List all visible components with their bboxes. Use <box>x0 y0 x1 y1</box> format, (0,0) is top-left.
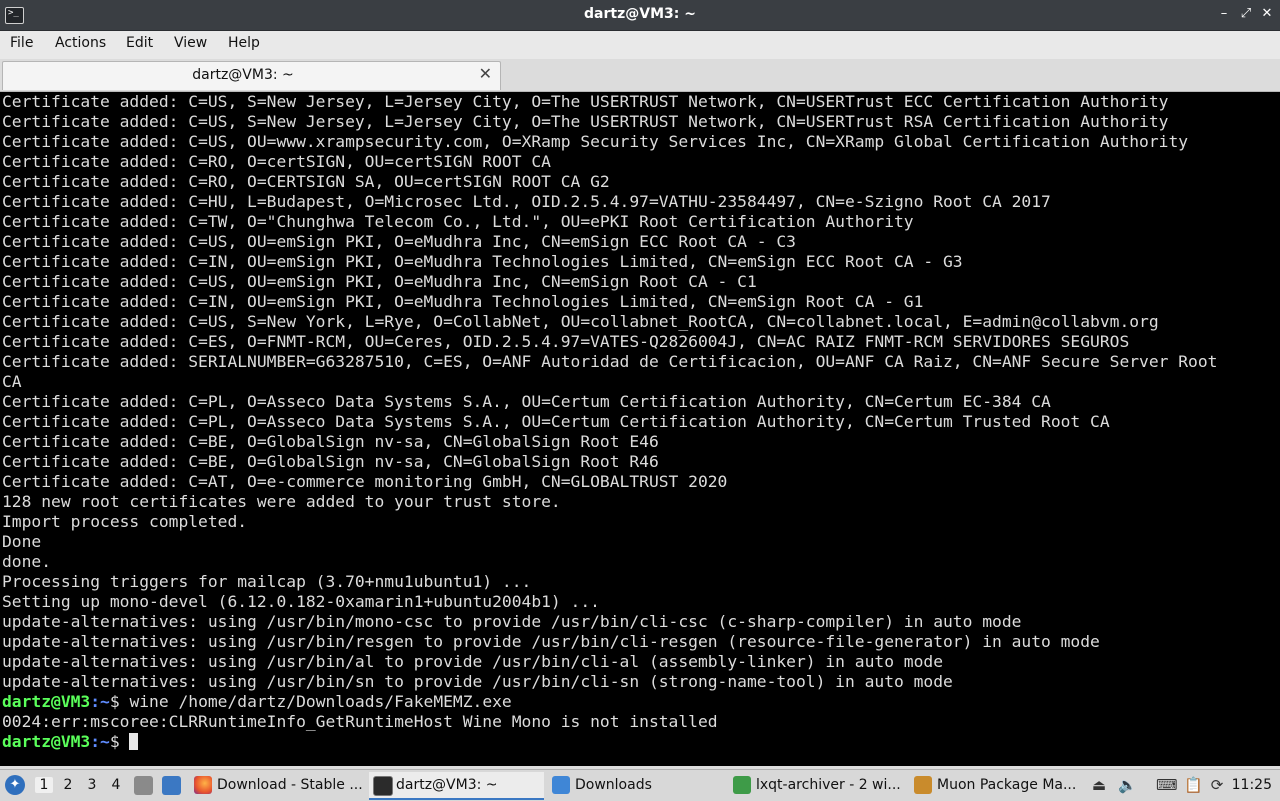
terminal-line: Certificate added: C=HU, L=Budapest, O=M… <box>2 192 1051 211</box>
prompt-user: dartz@VM3 <box>2 732 91 751</box>
task-firefox[interactable]: Download - Stable ... <box>190 772 365 798</box>
command-text: wine /home/dartz/Downloads/FakeMEMZ.exe <box>129 692 512 711</box>
terminal-line: Certificate added: C=US, S=New Jersey, L… <box>2 92 1169 111</box>
terminal-line: CA <box>2 372 22 391</box>
tab-close-icon[interactable]: ✕ <box>479 64 492 83</box>
task-label: lxqt-archiver - 2 wi... <box>756 777 901 793</box>
keyboard-icon[interactable]: ⌨ <box>1156 776 1178 794</box>
menu-view[interactable]: View <box>173 35 208 51</box>
folder-icon <box>552 776 570 794</box>
eject-icon[interactable]: ⏏ <box>1090 776 1108 794</box>
terminal-line: Certificate added: SERIALNUMBER=G6328751… <box>2 352 1218 371</box>
terminal-line: update-alternatives: using /usr/bin/sn t… <box>2 672 953 691</box>
desktop-2-button[interactable]: 2 <box>59 777 77 793</box>
file-manager-icon[interactable] <box>134 776 153 795</box>
tab-terminal[interactable]: dartz@VM3: ~ ✕ <box>2 61 501 90</box>
prompt-user: dartz@VM3 <box>2 692 91 711</box>
terminal-line: Certificate added: C=PL, O=Asseco Data S… <box>2 412 1110 431</box>
terminal-line: Certificate added: C=US, S=New York, L=R… <box>2 312 1159 331</box>
task-terminal[interactable]: dartz@VM3: ~ <box>369 772 544 800</box>
terminal-line: Certificate added: C=BE, O=GlobalSign nv… <box>2 432 659 451</box>
terminal-line: Certificate added: C=TW, O="Chunghwa Tel… <box>2 212 914 231</box>
task-muon[interactable]: Muon Package Ma... <box>910 772 1085 798</box>
terminal-icon <box>373 776 393 796</box>
prompt-path: :~ <box>90 692 110 711</box>
clipboard-icon[interactable]: 📋 <box>1184 776 1203 794</box>
terminal-line: 128 new root certificates were added to … <box>2 492 561 511</box>
terminal-line: update-alternatives: using /usr/bin/resg… <box>2 632 1100 651</box>
terminal-line: update-alternatives: using /usr/bin/mono… <box>2 612 1022 631</box>
prompt-symbol: $ <box>109 732 130 751</box>
desktop-1-button[interactable]: 1 <box>35 777 53 793</box>
terminal-line: Import process completed. <box>2 512 248 531</box>
tab-bar: dartz@VM3: ~ ✕ <box>0 59 1280 92</box>
muon-icon <box>914 776 932 794</box>
menu-actions[interactable]: Actions <box>54 35 107 51</box>
terminal-line: done. <box>2 552 52 571</box>
text-cursor <box>129 733 139 750</box>
clock: 11:25 <box>1231 777 1272 793</box>
archiver-icon <box>733 776 751 794</box>
terminal-line: Certificate added: C=PL, O=Asseco Data S… <box>2 392 1051 411</box>
terminal-line: Certificate added: C=US, S=New Jersey, L… <box>2 112 1169 131</box>
terminal-output: Certificate added: C=US, S=New Jersey, L… <box>2 92 1217 752</box>
firefox-icon <box>194 776 212 794</box>
lxqt-menu-icon[interactable]: ✦ <box>5 775 25 795</box>
desktop-4-button[interactable]: 4 <box>107 777 125 793</box>
terminal-line: Certificate added: C=US, OU=emSign PKI, … <box>2 272 757 291</box>
terminal-line: Certificate added: C=RO, O=CERTSIGN SA, … <box>2 172 610 191</box>
menu-edit[interactable]: Edit <box>125 35 154 51</box>
task-label: Muon Package Ma... <box>937 777 1077 793</box>
task-downloads[interactable]: Downloads <box>548 772 723 798</box>
task-label: Downloads <box>575 777 652 793</box>
terminal-line: update-alternatives: using /usr/bin/al t… <box>2 652 944 671</box>
prompt-symbol: $ <box>109 692 130 711</box>
tab-label: dartz@VM3: ~ <box>192 67 294 83</box>
minimize-button[interactable]: – <box>1216 5 1232 23</box>
show-desktop-icon[interactable] <box>162 776 181 795</box>
error-line: 0024:err:mscoree:CLRRuntimeInfo_GetRunti… <box>2 712 718 731</box>
terminal-line: Certificate added: C=ES, O=FNMT-RCM, OU=… <box>2 332 1130 351</box>
menu-help[interactable]: Help <box>227 35 261 51</box>
terminal-line: Certificate added: C=BE, O=GlobalSign nv… <box>2 452 659 471</box>
taskbar: ✦ 1 2 3 4 Download - Stable ... dartz@VM… <box>0 769 1280 801</box>
terminal-view[interactable]: Certificate added: C=US, S=New Jersey, L… <box>0 92 1280 766</box>
prompt-path: :~ <box>90 732 110 751</box>
terminal-line: Setting up mono-devel (6.12.0.182-0xamar… <box>2 592 600 611</box>
prompt-line: dartz@VM3:~$ wine /home/dartz/Downloads/… <box>2 692 1217 712</box>
terminal-line: Done <box>2 532 42 551</box>
terminal-line: Processing triggers for mailcap (3.70+nm… <box>2 572 532 591</box>
window-titlebar[interactable]: >_ dartz@VM3: ~ – ⤢ ✕ <box>0 0 1280 31</box>
desktop-3-button[interactable]: 3 <box>83 777 101 793</box>
prompt-line: dartz@VM3:~$ <box>2 732 1217 752</box>
task-archiver[interactable]: lxqt-archiver - 2 wi... <box>729 772 904 798</box>
menu-bar: File Actions Edit View Help <box>0 31 1280 59</box>
task-label: Download - Stable ... <box>217 777 363 793</box>
restore-button[interactable]: ⤢ <box>1238 5 1254 23</box>
close-button[interactable]: ✕ <box>1259 5 1275 23</box>
terminal-line: Certificate added: C=IN, OU=emSign PKI, … <box>2 292 924 311</box>
volume-icon[interactable]: 🔈 <box>1118 776 1137 794</box>
terminal-line: Certificate added: C=US, OU=emSign PKI, … <box>2 232 796 251</box>
task-label: dartz@VM3: ~ <box>396 777 498 793</box>
terminal-line: Certificate added: C=AT, O=e-commerce mo… <box>2 472 728 491</box>
terminal-line: Certificate added: C=RO, O=certSIGN, OU=… <box>2 152 551 171</box>
menu-file[interactable]: File <box>9 35 34 51</box>
terminal-line: Certificate added: C=IN, OU=emSign PKI, … <box>2 252 963 271</box>
terminal-line: Certificate added: C=US, OU=www.xrampsec… <box>2 132 1189 151</box>
update-icon[interactable]: ⟳ <box>1208 776 1226 794</box>
window-title: dartz@VM3: ~ <box>584 6 696 22</box>
